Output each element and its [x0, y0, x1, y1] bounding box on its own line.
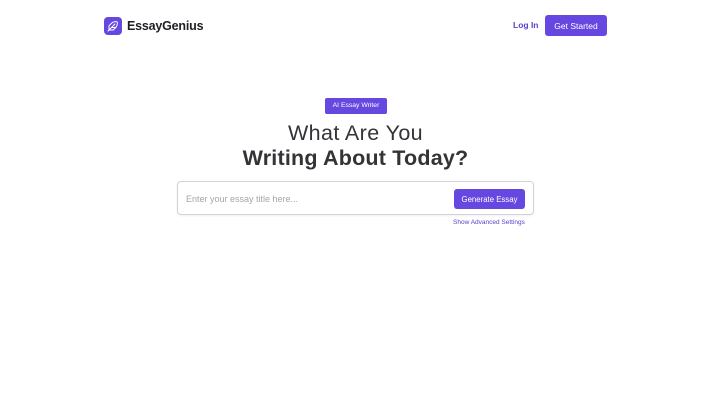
hero-headline: What Are You Writing About Today?: [0, 120, 711, 170]
feather-icon: [104, 17, 122, 35]
essay-title-input[interactable]: [186, 190, 446, 207]
headline-line-1: What Are You: [287, 121, 424, 145]
generate-essay-button[interactable]: Generate Essay: [454, 189, 525, 209]
show-advanced-settings-link[interactable]: Show Advanced Settings: [453, 219, 525, 226]
brand-logo[interactable]: EssayGenius: [104, 17, 204, 35]
hero-badge: AI Essay Writer: [325, 98, 387, 114]
brand-name: EssayGenius: [127, 19, 204, 33]
login-link[interactable]: Log In: [513, 20, 539, 30]
essay-title-form: Generate Essay: [177, 181, 534, 215]
get-started-button[interactable]: Get Started: [545, 15, 607, 36]
page: EssayGenius Log In Get Started AI Essay …: [0, 0, 711, 400]
top-navbar: EssayGenius Log In Get Started: [0, 0, 711, 52]
headline-line-2: Writing About Today?: [242, 146, 469, 170]
